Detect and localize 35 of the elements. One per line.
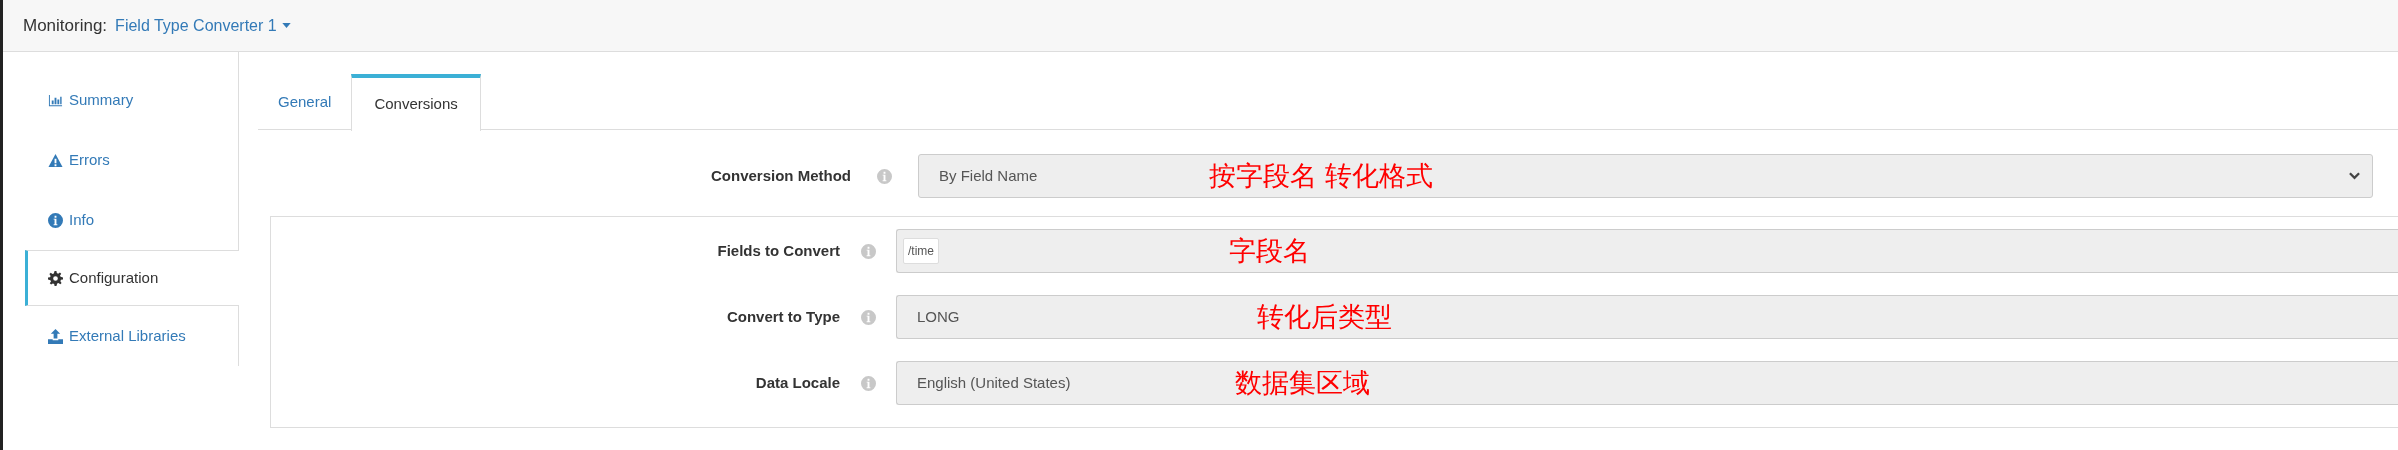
field-value: LONG xyxy=(916,306,960,327)
info-icon xyxy=(48,212,63,228)
tag-chip[interactable]: /time xyxy=(903,238,939,264)
info-icon[interactable] xyxy=(877,168,892,184)
sidebar-item[interactable]: Summary xyxy=(25,70,239,130)
field-label: Conversion Method xyxy=(710,165,851,186)
select-value: By Field Name xyxy=(939,165,1038,186)
header-label: Monitoring: xyxy=(23,14,108,37)
input-field[interactable]: English (United States) 数据集区域 xyxy=(896,361,2398,405)
caret-icon xyxy=(281,23,291,28)
field-label: Data Locale xyxy=(754,372,840,393)
field-label: Convert to Type xyxy=(725,306,840,327)
info-icon[interactable] xyxy=(860,243,876,259)
annotation-text: 字段名 xyxy=(1229,237,1310,265)
stage-dropdown[interactable]: Field Type Converter 1 xyxy=(115,13,291,38)
method-select[interactable]: By Field Name 按字段名 转化格式 xyxy=(918,154,2373,198)
info-icon[interactable] xyxy=(860,309,876,325)
sidebar-item[interactable]: External Libraries xyxy=(25,306,239,366)
annotation-text: 转化后类型 xyxy=(1257,303,1392,331)
upload-icon xyxy=(48,328,63,344)
annotation-text: 按字段名 转化格式 xyxy=(1209,162,1433,190)
tab[interactable]: General xyxy=(258,74,352,130)
bar-chart-icon xyxy=(48,92,63,108)
tab[interactable]: Conversions xyxy=(351,74,481,131)
warning-icon xyxy=(48,152,63,168)
field-value: English (United States) xyxy=(916,372,1071,393)
chevron-down-icon xyxy=(2349,172,2360,180)
sidebar-item[interactable]: Configuration xyxy=(25,250,239,306)
annotation-text: 数据集区域 xyxy=(1235,369,1370,397)
field-label: Fields to Convert xyxy=(716,240,840,261)
input-field[interactable]: LONG 转化后类型 xyxy=(896,295,2398,339)
info-icon[interactable] xyxy=(860,375,876,391)
settings-icon xyxy=(48,270,63,286)
sidebar-item[interactable]: Errors xyxy=(25,130,239,190)
input-field[interactable]: /time 字段名 xyxy=(896,229,2398,273)
